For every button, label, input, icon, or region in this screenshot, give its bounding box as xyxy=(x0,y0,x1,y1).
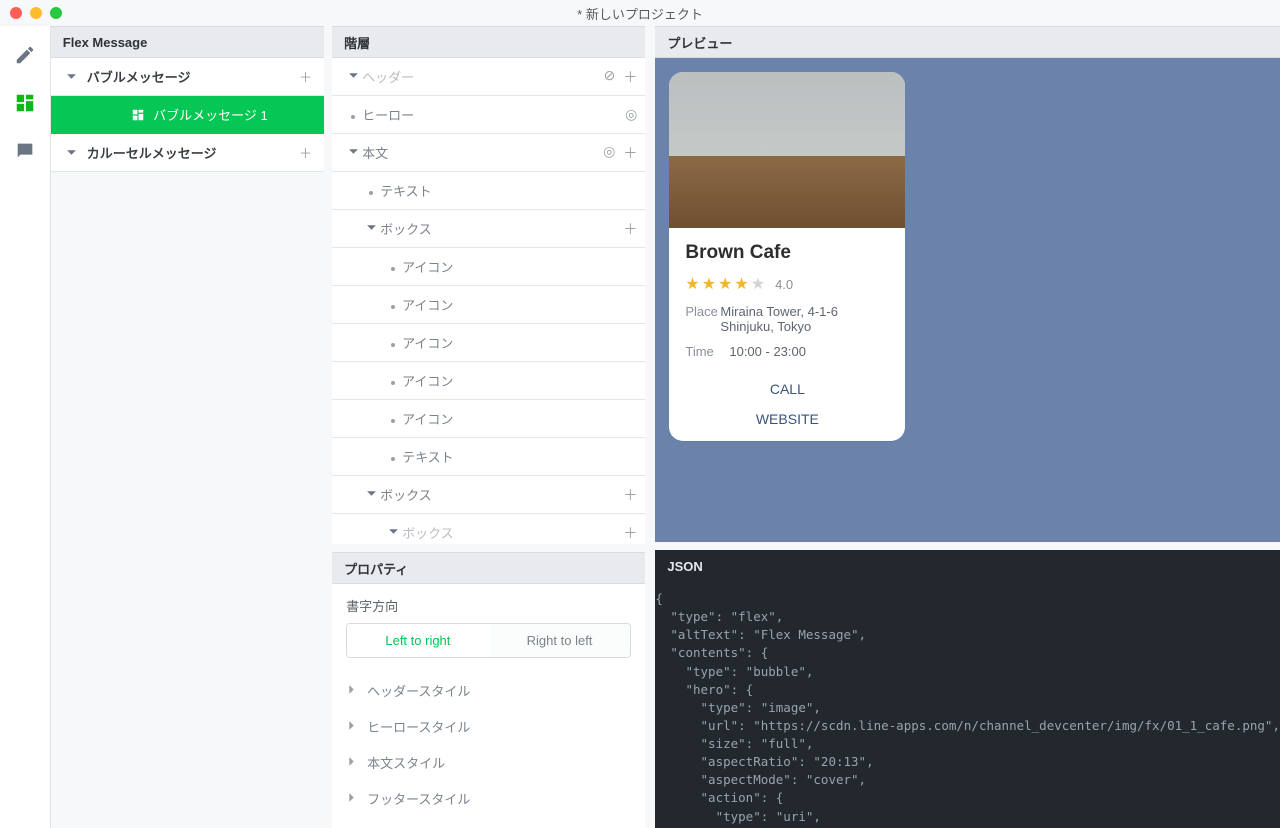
chat-icon[interactable] xyxy=(14,140,36,162)
bubble-item-label: バブルメッセージ 1 xyxy=(153,105,268,124)
chevron-right-icon xyxy=(346,791,357,806)
bubble-message-group[interactable]: バブルメッセージ ＋ xyxy=(51,58,324,96)
chevron-down-icon xyxy=(344,145,362,160)
writing-direction-segment[interactable]: Left to right Right to left xyxy=(346,623,631,658)
json-header: JSON xyxy=(655,550,1280,582)
chevron-down-icon xyxy=(362,221,380,236)
eye-off-icon[interactable]: ⊘ xyxy=(604,67,616,87)
header-style-row[interactable]: ヘッダースタイル xyxy=(346,672,631,708)
properties-panel: プロパティ 書字方向 Left to right Right to left ヘ… xyxy=(332,544,645,828)
hier-node-box[interactable]: ボックス ＋ xyxy=(332,514,645,544)
writing-direction-label: 書字方向 xyxy=(346,596,631,615)
preview-header: プレビュー xyxy=(655,26,1280,58)
chevron-right-icon xyxy=(346,719,357,734)
add-icon[interactable]: ＋ xyxy=(623,523,637,543)
hier-node-text[interactable]: テキスト xyxy=(332,172,645,210)
flex-panel-header: Flex Message xyxy=(51,26,324,58)
hierarchy-panel: 階層 ヘッダー ⊘＋ ヒーロー ◎ 本文 ◎＋ xyxy=(332,26,655,828)
bullet-icon xyxy=(391,457,395,461)
rating-value: 4.0 xyxy=(775,277,793,292)
hierarchy-header: 階層 xyxy=(332,26,645,58)
preview-bubble-card: Brown Cafe ★ ★ ★ ★ ★ 4.0 PlaceMiraina To… xyxy=(669,72,905,441)
seg-ltr[interactable]: Left to right xyxy=(347,624,489,657)
chevron-right-icon xyxy=(346,755,357,770)
chevron-down-icon xyxy=(384,525,402,540)
hier-node-box[interactable]: ボックス ＋ xyxy=(332,210,645,248)
hier-node-body[interactable]: 本文 ◎＋ xyxy=(332,134,645,172)
star-icon: ★ xyxy=(734,274,748,294)
bullet-icon xyxy=(391,419,395,423)
place-value: Miraina Tower, 4-1-6 Shinjuku, Tokyo xyxy=(720,304,889,334)
footer-style-row[interactable]: フッタースタイル xyxy=(346,780,631,816)
hier-node-hero[interactable]: ヒーロー ◎ xyxy=(332,96,645,134)
place-key: Place xyxy=(685,304,720,334)
hier-node-icon[interactable]: アイコン xyxy=(332,400,645,438)
window-titlebar: * 新しいプロジェクト xyxy=(0,0,1280,26)
card-title: Brown Cafe xyxy=(685,242,889,264)
window-title: * 新しいプロジェクト xyxy=(0,4,1280,23)
hierarchy-tree[interactable]: ヘッダー ⊘＋ ヒーロー ◎ 本文 ◎＋ テキスト xyxy=(332,58,645,544)
carousel-group-label: カルーセルメッセージ xyxy=(87,143,299,162)
preview-canvas: Brown Cafe ★ ★ ★ ★ ★ 4.0 PlaceMiraina To… xyxy=(655,58,1280,542)
call-button[interactable]: CALL xyxy=(669,367,905,411)
add-carousel-icon[interactable]: ＋ xyxy=(299,143,312,162)
add-icon[interactable]: ＋ xyxy=(623,143,637,163)
star-icon: ★ xyxy=(718,274,732,294)
body-style-row[interactable]: 本文スタイル xyxy=(346,744,631,780)
preview-panel: プレビュー Brown Cafe ★ ★ ★ ★ ★ 4.0 xyxy=(655,26,1280,828)
chevron-down-icon xyxy=(63,71,81,82)
hier-node-icon[interactable]: アイコン xyxy=(332,324,645,362)
hier-node-icon[interactable]: アイコン xyxy=(332,286,645,324)
hier-node-box[interactable]: ボックス ＋ xyxy=(332,476,645,514)
bubble-message-item-1[interactable]: バブルメッセージ 1 xyxy=(51,96,324,134)
pencil-icon[interactable] xyxy=(14,44,36,66)
star-icon: ★ xyxy=(685,274,699,294)
hero-style-row[interactable]: ヒーロースタイル xyxy=(346,708,631,744)
bullet-icon xyxy=(351,115,355,119)
eye-icon[interactable]: ◎ xyxy=(603,143,615,163)
add-icon[interactable]: ＋ xyxy=(623,67,637,87)
add-bubble-icon[interactable]: ＋ xyxy=(299,67,312,86)
star-icon: ★ xyxy=(702,274,716,294)
bullet-icon xyxy=(391,305,395,309)
chevron-right-icon xyxy=(346,683,357,698)
bullet-icon xyxy=(391,381,395,385)
star-rating: ★ ★ ★ ★ ★ 4.0 xyxy=(685,274,889,294)
eye-icon[interactable]: ◎ xyxy=(625,106,637,123)
json-panel: JSON { "type": "flex", "altText": "Flex … xyxy=(655,542,1280,828)
bullet-icon xyxy=(391,267,395,271)
properties-header: プロパティ xyxy=(332,552,645,584)
bullet-icon xyxy=(391,343,395,347)
hier-node-text[interactable]: テキスト xyxy=(332,438,645,476)
carousel-message-group[interactable]: カルーセルメッセージ ＋ xyxy=(51,134,324,172)
layout-icon[interactable] xyxy=(14,92,36,114)
tool-rail xyxy=(0,26,51,828)
star-empty-icon: ★ xyxy=(751,274,765,294)
time-value: 10:00 - 23:00 xyxy=(729,344,806,359)
json-code[interactable]: { "type": "flex", "altText": "Flex Messa… xyxy=(655,582,1280,828)
hier-node-header[interactable]: ヘッダー ⊘＋ xyxy=(332,58,645,96)
bubble-group-label: バブルメッセージ xyxy=(87,67,299,86)
chevron-down-icon xyxy=(362,487,380,502)
bullet-icon xyxy=(369,191,373,195)
coffee-cup-icon xyxy=(781,164,839,198)
time-key: Time xyxy=(685,344,729,359)
chevron-down-icon xyxy=(344,69,362,84)
website-button[interactable]: WEBSITE xyxy=(669,411,905,441)
hier-node-icon[interactable]: アイコン xyxy=(332,248,645,286)
chevron-down-icon xyxy=(63,147,81,158)
flex-message-panel: Flex Message バブルメッセージ ＋ バブルメッセージ 1 カルーセル… xyxy=(51,26,332,828)
hier-node-icon[interactable]: アイコン xyxy=(332,362,645,400)
add-icon[interactable]: ＋ xyxy=(623,219,637,239)
hero-image-placeholder xyxy=(669,72,905,228)
add-icon[interactable]: ＋ xyxy=(623,485,637,505)
seg-rtl[interactable]: Right to left xyxy=(489,624,631,657)
